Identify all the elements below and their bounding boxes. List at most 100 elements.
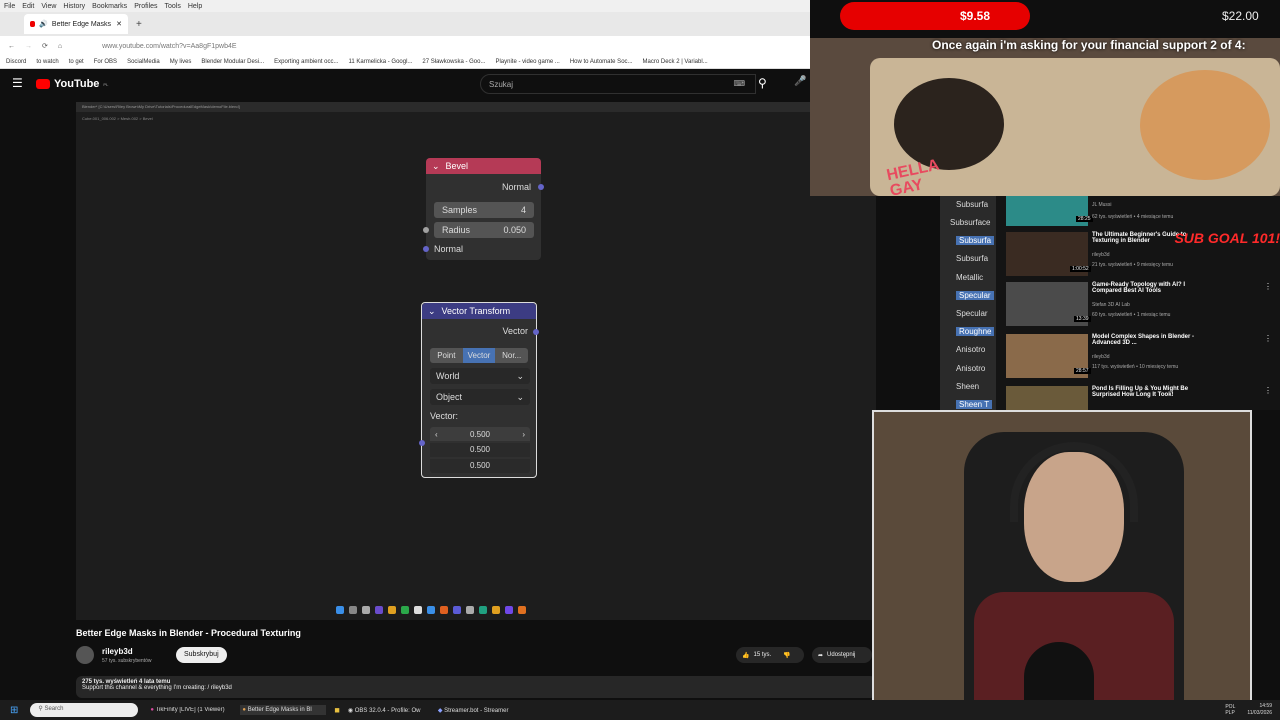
browser-tab[interactable]: 🔊 Better Edge Masks in Blender ✕ bbox=[24, 14, 128, 34]
menu-history[interactable]: History bbox=[63, 3, 85, 10]
prop-item[interactable]: Anisotro bbox=[956, 345, 985, 354]
taskbar-app[interactable]: ● TikFinity [LIVE] (1 Viewer) bbox=[150, 707, 236, 713]
prop-item[interactable]: Sheen bbox=[956, 382, 979, 391]
prop-item[interactable]: Subsurface bbox=[950, 218, 990, 227]
bevel-node-header[interactable]: ⌄ Bevel bbox=[426, 158, 541, 174]
subscribe-button[interactable]: Subskrybuj bbox=[176, 647, 227, 663]
prop-item[interactable]: Subsurfa bbox=[956, 236, 995, 245]
forward-icon[interactable]: → bbox=[25, 43, 32, 50]
bookmark-item[interactable]: Playnite - video game ... bbox=[495, 59, 559, 65]
bookmark-item[interactable]: Macro Deck 2 | Variabl... bbox=[643, 59, 708, 65]
taskbar-app[interactable]: ◆ Streamer.bot - Streamer bbox=[438, 707, 524, 714]
bookmark-item[interactable]: Discord bbox=[6, 59, 26, 65]
radius-field[interactable]: Radius 0.050 bbox=[434, 222, 534, 238]
chevron-right-icon[interactable]: › bbox=[522, 430, 525, 439]
search-icon[interactable]: ⚲ bbox=[758, 76, 767, 90]
new-tab-button[interactable]: + bbox=[136, 19, 142, 30]
home-icon[interactable]: ⌂ bbox=[58, 43, 62, 50]
collapse-chevron-icon[interactable]: ⌄ bbox=[428, 306, 436, 317]
thumbs-down-icon[interactable]: 👎 bbox=[783, 652, 790, 659]
bookmark-item[interactable]: How to Automate Soc... bbox=[570, 59, 633, 65]
url-field[interactable]: www.youtube.com/watch?v=Aa8gF1pwb4E bbox=[102, 43, 236, 50]
vector-z-field[interactable]: 0.500 bbox=[430, 459, 530, 473]
back-icon[interactable]: ← bbox=[8, 43, 15, 50]
blender-breadcrumb: Cube.001_006.002 > Mesh.002 > Bevel bbox=[82, 116, 153, 121]
menu-profiles[interactable]: Profiles bbox=[134, 3, 157, 10]
menu-bookmarks[interactable]: Bookmarks bbox=[92, 3, 127, 10]
prop-item[interactable]: Sheen T bbox=[956, 400, 993, 409]
bookmark-item[interactable]: 11 Karmelicka - Googl... bbox=[349, 59, 413, 65]
search-input[interactable]: Szukaj ⌨ bbox=[480, 74, 756, 94]
thumbs-up-icon[interactable]: 👍 bbox=[742, 652, 749, 659]
prop-item[interactable]: Subsurfa bbox=[956, 254, 988, 263]
more-options-icon[interactable]: ⋮ bbox=[1264, 282, 1272, 291]
bevel-node[interactable]: ⌄ Bevel Normal Samples 4 Radius 0.050 No… bbox=[423, 158, 544, 260]
close-icon[interactable]: ✕ bbox=[116, 20, 122, 28]
video-player[interactable]: Blender* [C:\Users\Riley Brown\My Drive\… bbox=[76, 102, 876, 620]
more-options-icon[interactable]: ⋮ bbox=[1264, 334, 1272, 343]
reload-icon[interactable]: ⟳ bbox=[42, 42, 48, 50]
taskbar-app[interactable]: ◉ OBS 32.0.4 - Profile: Ow bbox=[348, 707, 434, 714]
description-line: Support this channel & everything I'm cr… bbox=[82, 685, 232, 691]
rec-item[interactable]: Pond Is Filling Up & You Might Be Surpri… bbox=[1006, 386, 1276, 410]
normal-input-socket[interactable] bbox=[423, 246, 429, 252]
bookmark-item[interactable]: SocialMedia bbox=[127, 59, 160, 65]
menu-help[interactable]: Help bbox=[188, 3, 202, 10]
keyboard-icon[interactable]: ⌨ bbox=[733, 79, 745, 88]
video-description[interactable]: 275 tys. wyświetleń 4 lata temu Support … bbox=[76, 676, 876, 698]
vector-transform-node[interactable]: ⌄ Vector Transform Vector Point Vector N… bbox=[419, 302, 539, 478]
bookmark-item[interactable]: Blender Modular Desi... bbox=[201, 59, 264, 65]
rec-item[interactable]: 28:57 Model Complex Shapes in Blender - … bbox=[1006, 334, 1276, 380]
mode-point[interactable]: Point bbox=[430, 348, 463, 363]
prop-item[interactable]: Specular bbox=[956, 309, 988, 318]
file-explorer-icon[interactable]: ■ bbox=[334, 705, 339, 715]
rec-item[interactable]: 28:25 JL Mussi 62 tys. wyświetleń • 4 mi… bbox=[1006, 196, 1276, 226]
output-socket[interactable] bbox=[538, 184, 544, 190]
prop-item[interactable]: Roughne bbox=[956, 327, 995, 336]
menu-file[interactable]: File bbox=[4, 3, 15, 10]
microphone-icon[interactable]: 🎤 bbox=[794, 76, 806, 87]
menu-view[interactable]: View bbox=[41, 3, 56, 10]
share-button[interactable]: ➦ Udostępnij bbox=[812, 647, 872, 663]
radius-input-socket[interactable] bbox=[423, 227, 429, 233]
prop-item[interactable]: Anisotro bbox=[956, 364, 985, 373]
tray-language[interactable]: POL PLP bbox=[1225, 704, 1247, 716]
vector-y-field[interactable]: 0.500 bbox=[430, 443, 530, 457]
bookmark-item[interactable]: My lives bbox=[170, 59, 192, 65]
vector-output-socket[interactable] bbox=[533, 329, 539, 335]
convert-from-dropdown[interactable]: World ⌄ bbox=[430, 368, 530, 384]
mode-normal[interactable]: Nor... bbox=[495, 348, 528, 363]
rec-meta: 21 tys. wyświetleń • 9 miesięcy temu bbox=[1092, 262, 1173, 268]
hamburger-menu-icon[interactable]: ☰ bbox=[12, 76, 23, 90]
prop-item[interactable]: Metallic bbox=[956, 273, 983, 282]
vector-transform-header[interactable]: ⌄ Vector Transform bbox=[422, 303, 536, 319]
samples-field[interactable]: Samples 4 bbox=[434, 202, 534, 218]
bookmark-item[interactable]: to watch bbox=[36, 59, 58, 65]
channel-avatar[interactable] bbox=[76, 646, 94, 664]
chevron-left-icon[interactable]: ‹ bbox=[435, 430, 438, 439]
dropdown-value: Object bbox=[436, 392, 463, 402]
tray-clock[interactable]: 14:59 11/03/2026 bbox=[1247, 703, 1272, 717]
vector-x-field[interactable]: ‹ 0.500 › bbox=[430, 427, 530, 441]
app-icon bbox=[479, 606, 487, 614]
taskbar-search[interactable]: ⚲ Search bbox=[30, 703, 139, 717]
bookmark-item[interactable]: Exporting ambient occ... bbox=[274, 59, 338, 65]
channel-name[interactable]: rileyb3d bbox=[102, 647, 133, 656]
prop-item[interactable]: Specular bbox=[956, 291, 994, 300]
menu-edit[interactable]: Edit bbox=[22, 3, 34, 10]
menu-tools[interactable]: Tools bbox=[165, 3, 181, 10]
taskbar-app[interactable]: ● Better Edge Masks in Bl bbox=[240, 705, 327, 715]
vector-input-socket[interactable] bbox=[419, 440, 425, 446]
bookmark-item[interactable]: 27 Sławkowska - Goo... bbox=[422, 59, 485, 65]
bookmark-item[interactable]: to get bbox=[69, 59, 84, 65]
collapse-chevron-icon[interactable]: ⌄ bbox=[432, 161, 440, 172]
more-options-icon[interactable]: ⋮ bbox=[1264, 386, 1272, 395]
windows-start-icon[interactable]: ⊞ bbox=[10, 705, 18, 716]
bookmark-item[interactable]: For OBS bbox=[94, 59, 117, 65]
mode-vector[interactable]: Vector bbox=[462, 348, 496, 363]
youtube-logo[interactable]: YouTube PL bbox=[36, 78, 108, 90]
prop-item[interactable]: Subsurfa bbox=[956, 200, 988, 209]
rec-item[interactable]: 13:39 Game-Ready Topology with AI? I Com… bbox=[1006, 282, 1276, 328]
ticker-text: Once again i'm asking for your financial… bbox=[932, 38, 1246, 52]
convert-to-dropdown[interactable]: Object ⌄ bbox=[430, 389, 530, 405]
